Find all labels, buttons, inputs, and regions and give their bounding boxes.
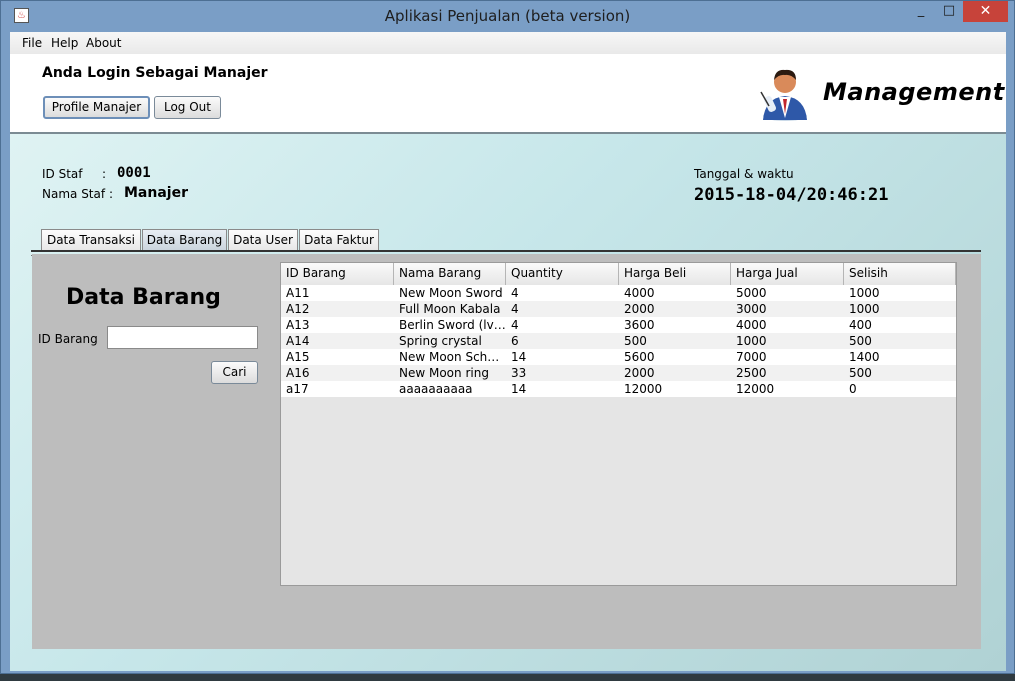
table-cell: 14	[511, 382, 527, 396]
table-cell: 2000	[624, 366, 655, 380]
table-cell: A15	[286, 350, 310, 364]
table-cell: 4	[511, 302, 519, 316]
desktop-background-strip	[0, 674, 1015, 681]
datetime-value: 2015-18-04/20:46:21	[694, 185, 889, 205]
role-title: Management	[823, 78, 1005, 106]
table-row[interactable]: A13 Berlin Sword (lvl ... 4 3600 4000 400	[281, 317, 956, 333]
close-button[interactable]: ✕	[963, 1, 1008, 22]
tab-data-barang[interactable]: Data Barang	[142, 229, 227, 251]
table-cell: 500	[624, 334, 647, 348]
table-cell: 1000	[849, 302, 880, 316]
table-cell: 1000	[736, 334, 767, 348]
manager-avatar-icon	[760, 69, 807, 121]
table-cell: Berlin Sword (lvl ...	[399, 318, 506, 332]
table-cell: 5000	[736, 286, 767, 300]
maximize-button[interactable]: □	[935, 1, 963, 22]
staff-id-value: 0001	[117, 165, 151, 181]
table-cell: New Moon ring	[399, 366, 489, 380]
id-barang-input[interactable]	[107, 326, 258, 349]
content-area: ID Staf : 0001 Nama Staf : Manajer Tangg…	[10, 134, 1006, 671]
column-header[interactable]: Quantity	[506, 263, 619, 285]
table-cell: New Moon Schm...	[399, 350, 506, 364]
column-header[interactable]: Harga Beli	[619, 263, 731, 285]
window-title: Aplikasi Penjualan (beta version)	[384, 7, 631, 25]
table-cell: 12000	[736, 382, 775, 396]
table-row[interactable]: A12 Full Moon Kabala 4 2000 3000 1000	[281, 301, 956, 317]
title-bar[interactable]: ♨ Aplikasi Penjualan (beta version) _ □ …	[1, 1, 1014, 31]
menu-about[interactable]: About	[86, 36, 121, 50]
table-header: ID Barang Nama Barang Quantity Harga Bel…	[281, 263, 956, 286]
table-cell: 14	[511, 350, 527, 364]
login-status: Anda Login Sebagai Manajer	[42, 65, 268, 81]
table-cell: aaaaaaaaaa	[399, 382, 473, 396]
tab-data-user[interactable]: Data User	[228, 229, 298, 251]
table-cell: 500	[849, 366, 872, 380]
table-row[interactable]: A14 Spring crystal 6 500 1000 500	[281, 333, 956, 349]
table-cell: 1000	[849, 286, 880, 300]
menu-file[interactable]: File	[22, 36, 42, 50]
table-cell: New Moon Sword	[399, 286, 503, 300]
column-header[interactable]: Selisih	[844, 263, 956, 285]
column-header[interactable]: Nama Barang	[394, 263, 506, 285]
staff-id-separator: :	[102, 167, 107, 181]
table-cell: Full Moon Kabala	[399, 302, 501, 316]
app-window: ♨ Aplikasi Penjualan (beta version) _ □ …	[0, 0, 1015, 674]
table-cell: 6	[511, 334, 519, 348]
table-cell: 7000	[736, 350, 767, 364]
data-barang-panel: Data Barang ID Barang Cari ID Barang Nam…	[32, 254, 981, 649]
table-cell: 33	[511, 366, 527, 380]
column-header[interactable]: ID Barang	[281, 263, 394, 285]
table-cell: A14	[286, 334, 310, 348]
logout-button[interactable]: Log Out	[154, 96, 221, 119]
staff-name-label: Nama Staf	[42, 187, 106, 201]
table-cell: 4	[511, 286, 519, 300]
table-cell: 500	[849, 334, 872, 348]
menu-help[interactable]: Help	[51, 36, 78, 50]
profile-manajer-button[interactable]: Profile Manajer	[43, 96, 150, 119]
staff-name-separator: :	[109, 187, 114, 201]
table-row[interactable]: A11 New Moon Sword 4 4000 5000 1000	[281, 285, 956, 301]
tab-data-faktur[interactable]: Data Faktur	[299, 229, 379, 251]
table-row[interactable]: A15 New Moon Schm... 14 5600 7000 1400	[281, 349, 956, 365]
panel-title: Data Barang	[66, 285, 221, 310]
table-row[interactable]: a17 aaaaaaaaaa 14 12000 12000 0	[281, 381, 956, 397]
table-cell: 1400	[849, 350, 880, 364]
column-header[interactable]: Harga Jual	[731, 263, 844, 285]
minimize-button[interactable]: _	[907, 1, 935, 22]
table-cell: A16	[286, 366, 310, 380]
table-cell: 2000	[624, 302, 655, 316]
table-cell: 0	[849, 382, 857, 396]
staff-id-label: ID Staf	[42, 167, 83, 181]
menu-bar: File Help About	[10, 32, 1006, 55]
datetime-label: Tanggal & waktu	[694, 167, 794, 181]
table-cell: 12000	[624, 382, 663, 396]
table-cell: 5600	[624, 350, 655, 364]
table-cell: 4000	[736, 318, 767, 332]
table-cell: a17	[286, 382, 309, 396]
id-barang-label: ID Barang	[38, 332, 98, 346]
table-cell: 2500	[736, 366, 767, 380]
table-cell: 3000	[736, 302, 767, 316]
table-cell: 4000	[624, 286, 655, 300]
tab-data-transaksi[interactable]: Data Transaksi	[41, 229, 141, 251]
cari-button[interactable]: Cari	[211, 361, 258, 384]
table-cell: A11	[286, 286, 310, 300]
table-cell: A12	[286, 302, 310, 316]
table-cell: Spring crystal	[399, 334, 482, 348]
staff-name-value: Manajer	[124, 185, 188, 201]
table-cell: 4	[511, 318, 519, 332]
header-panel: Anda Login Sebagai Manajer Profile Manaj…	[10, 54, 1006, 134]
table-cell: 400	[849, 318, 872, 332]
table-row[interactable]: A16 New Moon ring 33 2000 2500 500	[281, 365, 956, 381]
barang-table: ID Barang Nama Barang Quantity Harga Bel…	[280, 262, 957, 586]
table-cell: A13	[286, 318, 310, 332]
table-cell: 3600	[624, 318, 655, 332]
